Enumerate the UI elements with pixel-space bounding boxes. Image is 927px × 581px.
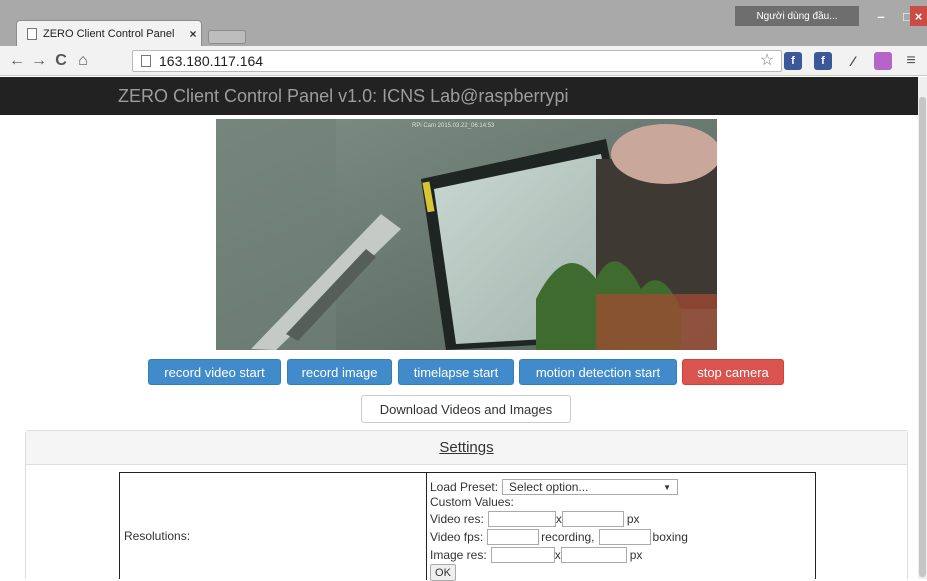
video-res-width-input[interactable] (487, 511, 556, 527)
close-window-icon[interactable]: × (910, 6, 927, 26)
page-title: ZERO Client Control Panel v1.0: ICNS Lab… (118, 86, 569, 106)
extension-icon[interactable] (874, 52, 892, 70)
px-unit: px (629, 548, 643, 562)
tab-title: ZERO Client Control Panel (43, 27, 175, 40)
reload-icon[interactable]: C (50, 52, 72, 70)
tab-close-icon[interactable]: × (185, 27, 201, 41)
settings-value-cell: Load Preset: Select option... ▼ Custom V… (428, 473, 816, 581)
user-profile-button[interactable]: Người dùng đầu... (735, 6, 859, 26)
image-res-height-input[interactable] (560, 547, 627, 563)
dropdown-arrow-icon: ▼ (663, 482, 672, 492)
preset-select[interactable]: Select option... ▼ (502, 479, 679, 495)
url-text: 163.180.117.164 (159, 53, 264, 69)
video-res-height-input[interactable] (561, 511, 624, 527)
address-bar[interactable]: 163.180.117.164 (132, 50, 782, 72)
motion-detection-start-button[interactable]: motion detection start (519, 359, 677, 385)
resolutions-label: Resolutions: (124, 529, 191, 543)
download-videos-images-button[interactable]: Download Videos and Images (361, 395, 571, 423)
video-fps-recording-input[interactable] (487, 529, 540, 545)
page-icon (27, 27, 37, 40)
page-navbar: ZERO Client Control Panel v1.0: ICNS Lab… (0, 77, 918, 115)
facebook-extension-icon[interactable]: f (814, 52, 832, 70)
new-tab-button[interactable] (208, 30, 246, 44)
record-video-start-button[interactable]: record video start (148, 359, 281, 385)
timelapse-start-button[interactable]: timelapse start (398, 359, 514, 385)
custom-values-label: Custom Values: (430, 495, 514, 509)
settings-heading[interactable]: Settings (26, 431, 907, 465)
video-res-label: Video res: (430, 512, 484, 526)
minimize-icon[interactable]: – (868, 6, 894, 26)
menu-icon[interactable]: ≡ (902, 52, 920, 70)
scrollbar-thumb[interactable] (919, 97, 926, 577)
stop-camera-button[interactable]: stop camera (682, 359, 784, 385)
scrollbar[interactable] (918, 77, 927, 579)
px-unit: px (626, 512, 640, 526)
browser-toolbar: ← → C ⌂ 163.180.117.164 ☆ f f ⁄ ≡ (0, 46, 927, 76)
forward-icon[interactable]: → (28, 52, 50, 70)
video-fps-label: Video fps: (430, 530, 484, 544)
boxing-label: boxing (652, 530, 688, 544)
eyedropper-extension-icon[interactable]: ⁄ (844, 52, 862, 70)
settings-label-cell: Resolutions: (120, 473, 427, 580)
camera-timestamp: RPi Cam 2015.03.22_06:14:53 (412, 123, 495, 129)
load-preset-label: Load Preset: (430, 480, 499, 494)
camera-preview: RPi Cam 2015.03.22_06:14:53 (216, 119, 717, 350)
ok-button[interactable]: OK (430, 564, 456, 581)
facebook-extension-icon[interactable]: f (784, 52, 802, 70)
image-res-label: Image res: (430, 548, 487, 562)
home-icon[interactable]: ⌂ (72, 52, 94, 70)
settings-table: Resolutions: Load Preset: Select option.… (119, 472, 816, 581)
record-image-button[interactable]: record image (287, 359, 392, 385)
bookmark-star-icon[interactable]: ☆ (758, 51, 776, 69)
preset-selected-value: Select option... (509, 480, 589, 494)
camera-image (216, 119, 717, 350)
image-res-width-input[interactable] (490, 547, 555, 563)
browser-tab[interactable]: ZERO Client Control Panel × (16, 20, 202, 46)
browser-titlebar: ZERO Client Control Panel × Người dùng đ… (0, 0, 927, 46)
back-icon[interactable]: ← (6, 52, 28, 70)
page-icon (141, 55, 151, 67)
video-fps-boxing-input[interactable] (598, 529, 651, 545)
recording-label: recording, (541, 530, 595, 544)
